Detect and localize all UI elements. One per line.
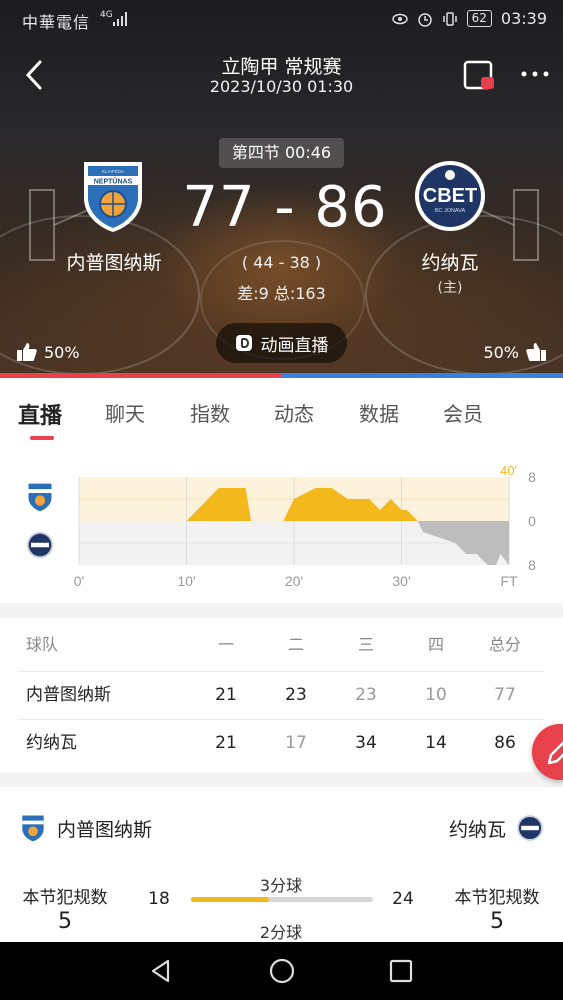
chart-x-tick: 0': [74, 573, 84, 589]
chart-y-tick: 0: [528, 513, 536, 529]
col-team: 球队: [26, 635, 59, 654]
stats-home-logo: [22, 815, 44, 842]
home-circle-icon[interactable]: [267, 956, 297, 986]
system-navigation-bar: [0, 942, 563, 1000]
active-tab-indicator: [30, 436, 54, 440]
row-team: 约纳瓦: [26, 733, 77, 753]
battery-level: 62: [466, 10, 492, 27]
away-team-logo: CBET BC JONAVA: [415, 161, 485, 231]
svg-text:BC JONAVA: BC JONAVA: [435, 208, 466, 214]
svg-text:NEPTŪNAS: NEPTŪNAS: [94, 178, 133, 186]
svg-text:KLAIPĖDA: KLAIPĖDA: [102, 168, 124, 174]
stat-label: 3分球: [259, 876, 303, 895]
row-q1: 21: [215, 685, 237, 705]
home-team-logo: NEPTŪNAS KLAIPĖDA: [84, 162, 142, 232]
match-content: 直播 聊天 指数 动态 数据 会员 0' 10' 20' 30' FT 8 0 8 40' 球队…: [0, 378, 563, 942]
chart-x-tick: 30': [392, 573, 410, 589]
stat-label: 2分球: [259, 923, 303, 942]
stat-home-value: 18: [148, 889, 170, 909]
stat-bar-home-fill: [191, 897, 270, 902]
team-stats-panel: 内普图纳斯 约纳瓦 本节犯规数 5 本节犯规数 5 3分球 18 24 2分球: [0, 787, 563, 942]
row-q3: 34: [355, 733, 377, 753]
svg-text:CBET: CBET: [423, 185, 477, 207]
away-foul-count: 5: [490, 909, 504, 934]
stats-away-name: 约纳瓦: [448, 819, 506, 841]
chart-away-logo: [26, 531, 54, 559]
quarter-score-table: 球队 一 二 三 四 总分 内普图纳斯 21 23 23 10 77 约纳瓦 2…: [0, 618, 563, 772]
score-trend-chart: 0' 10' 20' 30' FT 8 0 8 40': [0, 450, 563, 603]
row-q2: 17: [285, 733, 307, 753]
alarm-icon: [417, 12, 432, 27]
signal-icon: [113, 12, 127, 26]
tab-data[interactable]: 数据: [359, 398, 399, 427]
row-q2: 23: [285, 685, 307, 705]
away-support[interactable]: 50%: [483, 342, 547, 362]
tab-odds[interactable]: 指数: [190, 398, 230, 427]
chart-home-logo: [28, 483, 52, 512]
chart-y-tick: 8: [528, 469, 536, 485]
home-support-percent: 50%: [44, 342, 80, 362]
match-score: 77 - 86: [182, 175, 388, 240]
back-triangle-icon[interactable]: [146, 956, 176, 986]
network-type: 4G: [100, 10, 113, 20]
col-q2: 二: [287, 635, 304, 654]
animation-icon: [235, 335, 252, 351]
more-icon[interactable]: [520, 64, 550, 84]
chart-x-tick: 20': [285, 573, 303, 589]
recents-square-icon[interactable]: [386, 956, 416, 986]
row-q4: 10: [425, 685, 447, 705]
tab-bar: 直播 聊天 指数 动态 数据 会员: [0, 378, 563, 450]
tab-member[interactable]: 会员: [443, 398, 483, 427]
eye-icon: [391, 13, 408, 24]
away-support-percent: 50%: [483, 342, 519, 362]
chart-y-tick: 8: [528, 557, 536, 573]
row-total: 77: [494, 685, 516, 705]
live-animation-button[interactable]: 动画直播: [216, 323, 347, 363]
tab-live[interactable]: 直播: [18, 398, 62, 430]
table-row: 内普图纳斯 21 23 23 10 77: [0, 671, 563, 719]
clock: 03:39: [500, 9, 547, 28]
tab-chat[interactable]: 聊天: [105, 398, 145, 427]
trend-chart-svg: 0' 10' 20' 30' FT 8 0 8 40': [74, 463, 536, 589]
tab-feed[interactable]: 动态: [274, 398, 314, 427]
carrier-name: 中華電信: [22, 13, 91, 32]
row-q4: 14: [425, 733, 447, 753]
match-header: 中華電信 4G 62 03:39 立陶甲 常规赛 2023/10/30 01:3…: [0, 0, 563, 375]
thumbs-up-icon: [526, 343, 546, 361]
table-header: 球队 一 二 三 四 总分: [0, 621, 563, 669]
live-animation-label: 动画直播: [260, 335, 329, 356]
thumbs-up-icon: [17, 343, 37, 361]
home-foul-count: 5: [58, 909, 72, 934]
home-foul-label: 本节犯规数: [22, 888, 108, 908]
row-q3: 23: [355, 685, 377, 705]
row-q1: 21: [215, 733, 237, 753]
col-q1: 一: [217, 635, 234, 654]
col-q4: 四: [427, 635, 444, 654]
home-support[interactable]: 50%: [16, 342, 80, 362]
col-total: 总分: [488, 635, 521, 654]
chart-x-tick: 10': [177, 573, 195, 589]
chart-x-tick: FT: [500, 573, 518, 589]
halftime-score: ( 44 - 38 ): [241, 253, 322, 272]
row-team: 内普图纳斯: [26, 685, 111, 705]
row-total: 86: [494, 733, 516, 753]
table-row: 约纳瓦 21 17 34 14 86: [0, 719, 563, 767]
stat-bar: [191, 897, 373, 902]
chart-corner-label: 40': [500, 463, 517, 478]
screen-cast-button[interactable]: [463, 60, 495, 90]
period-clock: 第四节 00:46: [219, 138, 344, 168]
status-bar: 中華電信 4G 62 03:39: [0, 0, 563, 38]
diff-total: 差:9 总:163: [237, 284, 326, 303]
col-q3: 三: [357, 635, 374, 654]
stats-away-logo: [517, 815, 543, 841]
stat-away-value: 24: [392, 889, 414, 909]
vibrate-icon: [442, 11, 457, 26]
stats-home-name: 内普图纳斯: [57, 819, 153, 841]
away-foul-label: 本节犯规数: [454, 888, 540, 908]
